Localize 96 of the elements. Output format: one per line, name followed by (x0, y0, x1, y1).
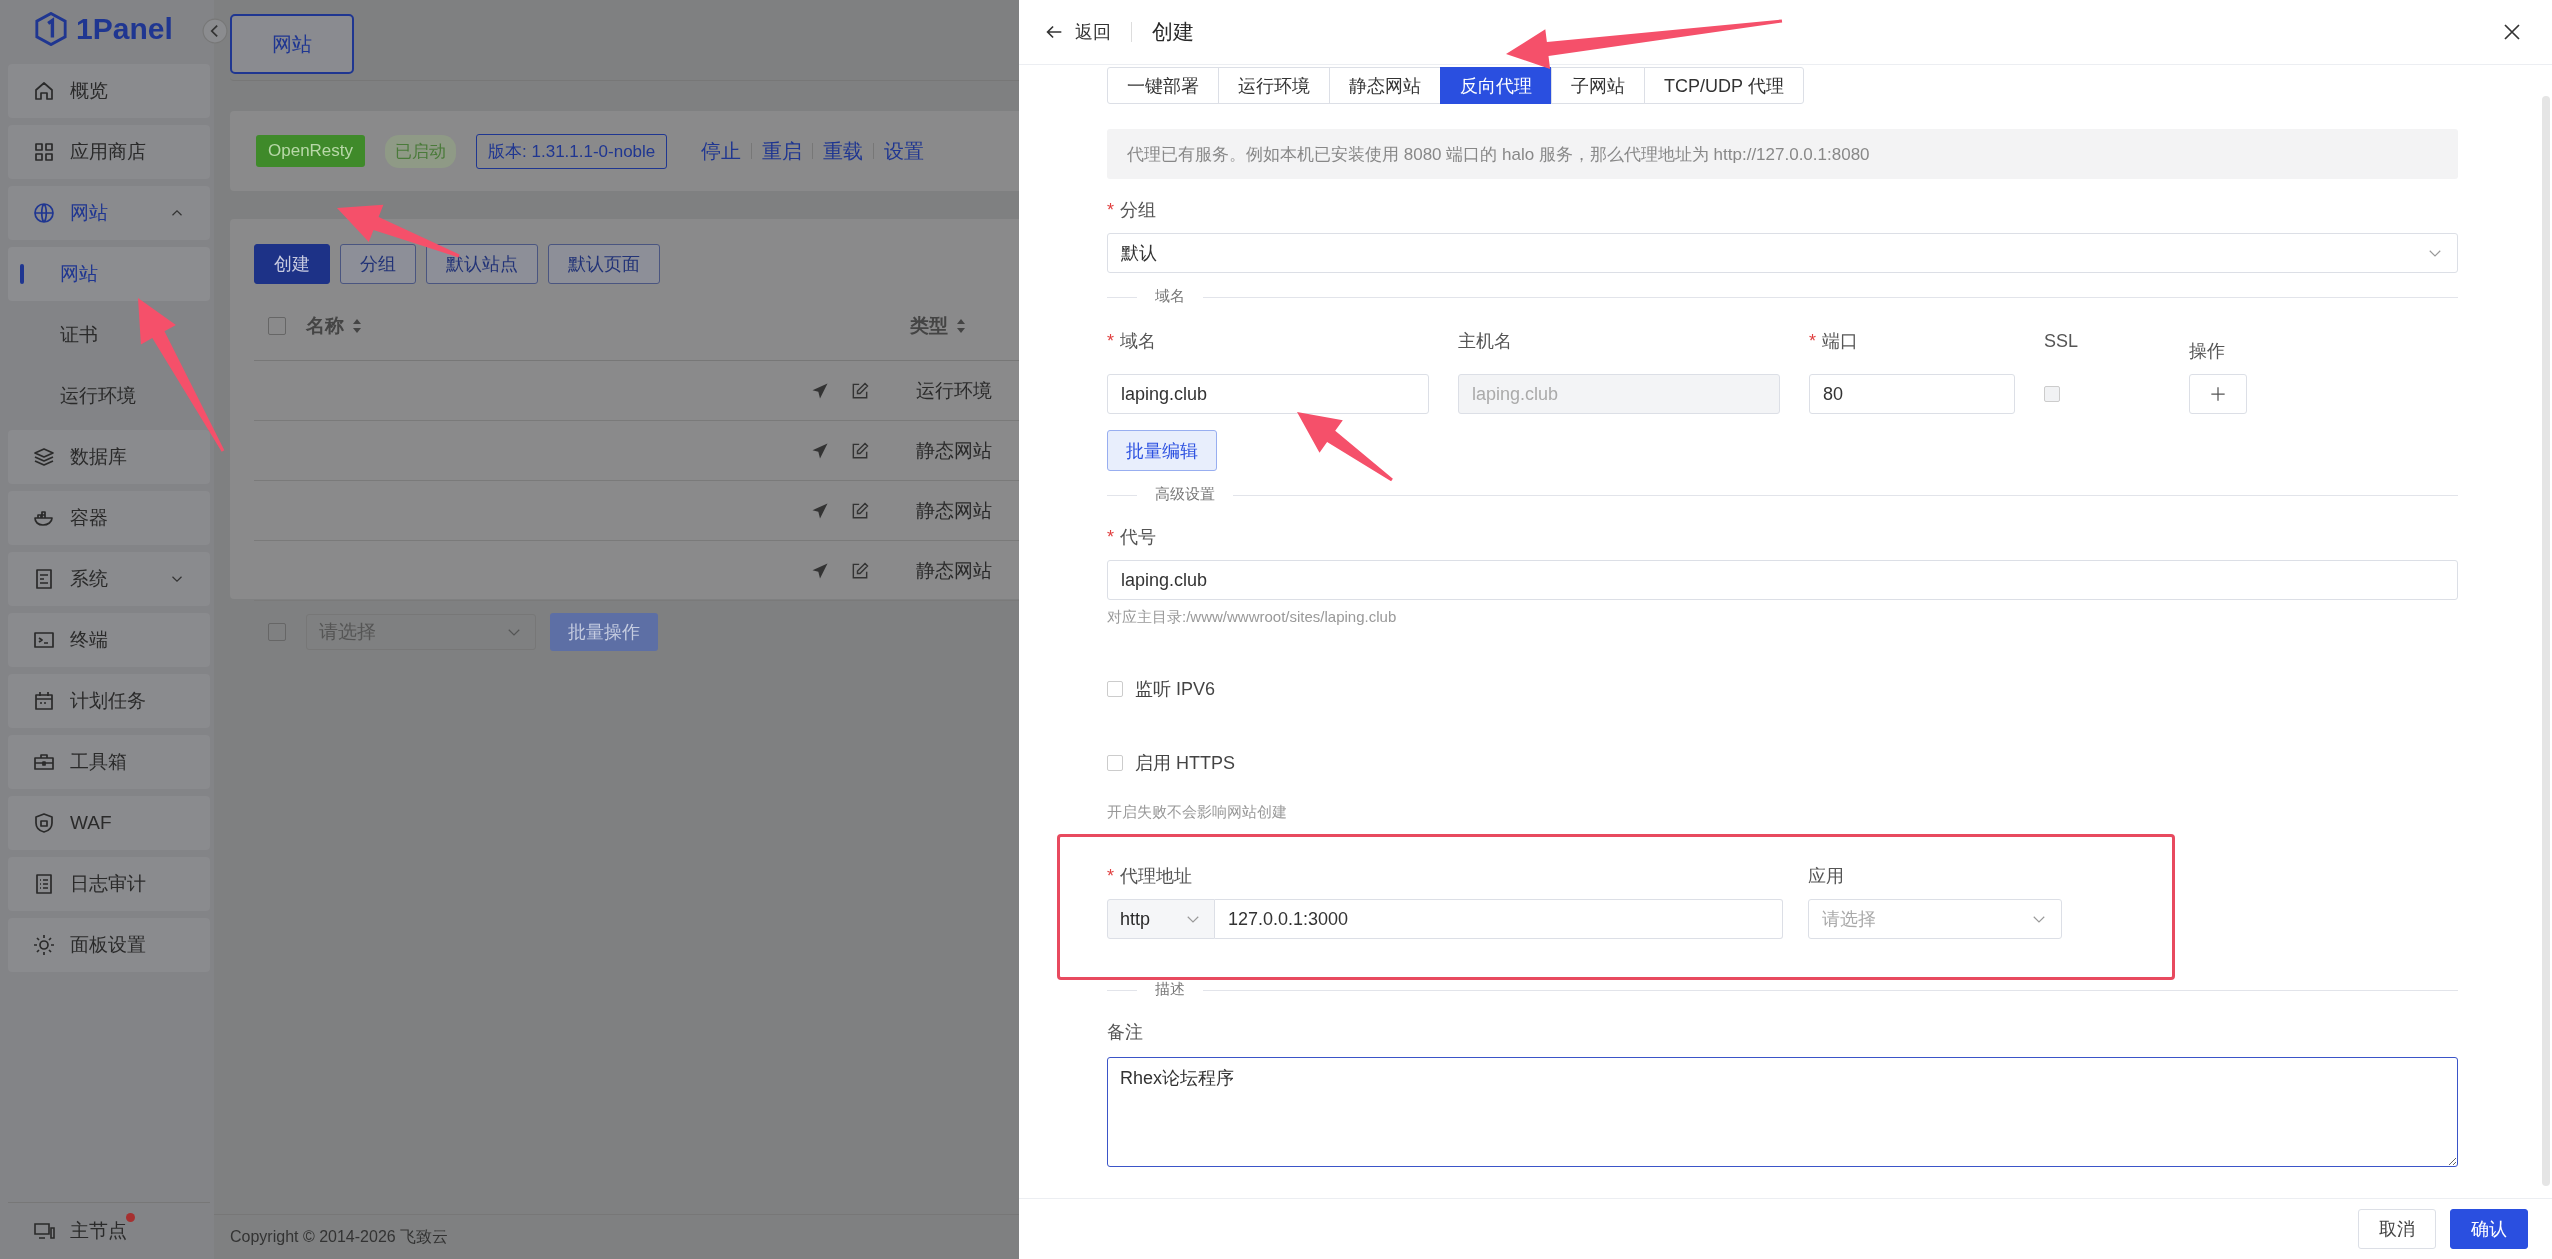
sidebar-item[interactable]: 概览 (8, 64, 210, 118)
hint-text: 对应主目录:/www/wwwroot/sites/laping.club (1107, 608, 1398, 627)
column-label: 域名 (1120, 330, 1156, 353)
sidebar-item[interactable]: 计划任务 (8, 674, 210, 728)
collapse-icon[interactable] (202, 18, 228, 44)
sidebar-item[interactable]: 容器 (8, 491, 210, 545)
sidebar-item[interactable]: 网站 (8, 186, 210, 240)
sidebar-item[interactable]: 应用商店 (8, 125, 210, 179)
sidebar-subitem[interactable]: 证书 (8, 308, 210, 362)
tab[interactable]: TCP/UDP 代理 (1644, 67, 1804, 104)
column-label: 主机名 (1458, 330, 1512, 353)
required-mark: * (1809, 330, 1816, 352)
table-cell-text: 静态网站 (916, 558, 992, 583)
action-link[interactable]: 停止 (691, 137, 752, 165)
batch-button[interactable]: 批量操作 (550, 613, 658, 651)
sort-icon[interactable] (352, 318, 362, 334)
menu-icon (32, 140, 56, 164)
hint-text: 开启失败不会影响网站创建 (1107, 803, 1288, 822)
edit-icon[interactable] (850, 560, 870, 581)
column-label: SSL (2044, 330, 2079, 352)
status-tag: 已启动 (385, 134, 457, 168)
logo-text: 1Panel (76, 12, 173, 46)
edit-icon[interactable] (850, 440, 870, 461)
tab[interactable]: 运行环境 (1218, 67, 1330, 104)
checkbox[interactable] (268, 317, 286, 335)
menu-icon (32, 79, 56, 103)
app-select[interactable]: 请选择 (1808, 899, 2062, 939)
protocol-select[interactable]: http (1107, 899, 1215, 939)
sidebar-item[interactable]: 面板设置 (8, 918, 210, 972)
toolbar-button[interactable]: 默认站点 (426, 244, 538, 284)
sidebar-item[interactable]: 终端 (8, 613, 210, 667)
toolbar-button[interactable]: 创建 (254, 244, 330, 284)
column-label: 操作 (2189, 340, 2225, 363)
app-tag: OpenResty (256, 135, 366, 167)
sidebar-item[interactable]: 数据库 (8, 430, 210, 484)
info-notice: 代理已有服务。例如本机已安装使用 8080 端口的 halo 服务，那么代理地址为 http://127.0.0.1:8080 (1107, 129, 2458, 179)
sort-icon[interactable] (956, 318, 966, 334)
edit-icon[interactable] (850, 500, 870, 521)
table-cell-text: 静态网站 (916, 498, 992, 523)
sidebar-subitem[interactable]: 运行环境 (8, 369, 210, 423)
menu-icon (32, 201, 56, 225)
menu-icon (32, 933, 56, 957)
option-checkbox[interactable]: 监听 IPV6 (1107, 677, 2458, 701)
address-input[interactable]: 127.0.0.1:3000 (1215, 899, 1783, 939)
checkbox[interactable] (268, 623, 286, 641)
table-cell-text: 运行环境 (916, 378, 992, 403)
footer-button[interactable]: 取消 (2358, 1209, 2436, 1249)
plus-icon (2208, 384, 2228, 404)
field-label: 代理地址 (1120, 865, 1192, 888)
tab[interactable]: 一键部署 (1107, 67, 1219, 104)
required-mark: * (1107, 526, 1114, 548)
required-mark: * (1107, 330, 1114, 352)
batch-edit-button[interactable]: 批量编辑 (1107, 430, 1217, 471)
node-label[interactable]: 主节点 (70, 1218, 127, 1244)
ssl-checkbox[interactable] (2044, 386, 2060, 402)
back-link[interactable]: 返回 (1043, 20, 1111, 44)
field-label: 代号 (1120, 526, 1156, 549)
group-select[interactable]: 默认 (1107, 233, 2458, 273)
table-cell-text: 静态网站 (916, 438, 992, 463)
remark-textarea[interactable]: Rhex论坛程序 (1107, 1057, 2458, 1167)
sidebar-subitem[interactable]: 网站 (8, 247, 210, 301)
scrollbar[interactable] (2542, 96, 2550, 1186)
column-label: 端口 (1822, 330, 1858, 353)
required-mark: * (1107, 865, 1114, 887)
action-link[interactable]: 设置 (874, 137, 935, 165)
field-label: 备注 (1107, 1021, 1143, 1044)
menu-icon (32, 689, 56, 713)
page-tab[interactable]: 网站 (230, 14, 354, 74)
add-button[interactable] (2189, 374, 2247, 414)
version-tag: 版本: 1.31.1.1-0-noble (476, 133, 668, 169)
domain-input[interactable]: laping.club (1107, 374, 1429, 414)
tab[interactable]: 子网站 (1551, 67, 1645, 104)
sidebar-item[interactable]: WAF (8, 796, 210, 850)
toolbar-button[interactable]: 分组 (340, 244, 416, 284)
action-link[interactable]: 重启 (752, 137, 813, 165)
column-header[interactable]: 名称 (306, 313, 344, 339)
tab[interactable]: 静态网站 (1329, 67, 1441, 104)
edit-icon[interactable] (850, 380, 870, 401)
tab[interactable]: 反向代理 (1440, 67, 1552, 104)
sidebar-item[interactable]: 工具箱 (8, 735, 210, 789)
logo-icon (34, 12, 68, 46)
port-input[interactable]: 80 (1809, 374, 2015, 414)
drawer-title: 创建 (1152, 19, 1194, 45)
toolbar-button[interactable]: 默认页面 (548, 244, 660, 284)
field-label: 分组 (1120, 199, 1156, 222)
sidebar-item[interactable]: 日志审计 (8, 857, 210, 911)
action-link[interactable]: 重载 (813, 137, 874, 165)
sidebar-item[interactable]: 系统 (8, 552, 210, 606)
column-header[interactable]: 类型 (910, 313, 948, 339)
required-mark: * (1107, 199, 1114, 221)
alias-input[interactable]: laping.club (1107, 560, 2458, 600)
footer-button[interactable]: 确认 (2450, 1209, 2528, 1249)
option-checkbox[interactable]: 启用 HTTPS (1107, 751, 2458, 775)
field-label: 应用 (1808, 865, 1844, 888)
menu-icon (32, 811, 56, 835)
menu-icon (32, 445, 56, 469)
